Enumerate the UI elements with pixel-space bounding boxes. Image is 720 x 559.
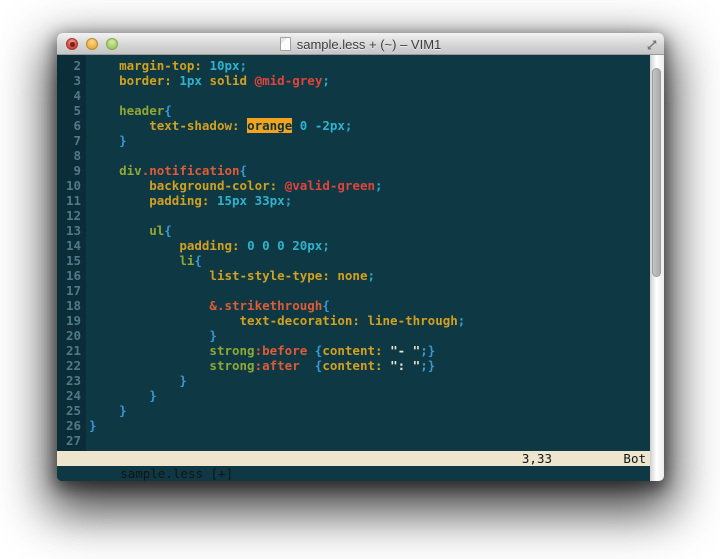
scrollbar-track[interactable] — [650, 55, 664, 481]
line-number: 12 — [57, 208, 86, 223]
line-number: 21 — [57, 343, 86, 358]
vim-window: sample.less + (~) – VIM1 2 margin-top: 1… — [57, 33, 664, 481]
document-icon — [280, 37, 291, 51]
line-number: 16 — [57, 268, 86, 283]
code-line[interactable]: 26} — [57, 418, 650, 433]
title-bar[interactable]: sample.less + (~) – VIM1 — [57, 33, 664, 55]
code-text: list-style-type: none; — [86, 268, 375, 283]
scrollbar-thumb[interactable] — [652, 68, 661, 277]
code-line[interactable]: 18 &.strikethrough{ — [57, 298, 650, 313]
code-line[interactable]: 17 — [57, 283, 650, 298]
vim-statusline: sample.less [+] 3,33 Bot — [57, 451, 650, 466]
line-number: 23 — [57, 373, 86, 388]
code-text: strong:after {content: ": ";} — [86, 358, 435, 373]
line-number: 6 — [57, 118, 86, 133]
code-line[interactable]: 3 border: 1px solid @mid-grey; — [57, 73, 650, 88]
line-number: 3 — [57, 73, 86, 88]
line-number: 9 — [57, 163, 86, 178]
code-line[interactable]: 4 — [57, 88, 650, 103]
code-line[interactable]: 15 li{ — [57, 253, 650, 268]
line-number: 26 — [57, 418, 86, 433]
line-number: 13 — [57, 223, 86, 238]
line-number: 8 — [57, 148, 86, 163]
statusline-cursor-position: 3,33 — [522, 451, 552, 466]
code-line[interactable]: 23 } — [57, 373, 650, 388]
code-area[interactable]: 2 margin-top: 10px;3 border: 1px solid @… — [57, 55, 650, 451]
title-group: sample.less + (~) – VIM1 — [57, 33, 664, 55]
line-number: 2 — [57, 58, 86, 73]
statusline-scroll-indicator: Bot — [623, 451, 646, 466]
code-text: padding: 15px 33px; — [86, 193, 292, 208]
code-text: div.notification{ — [86, 163, 247, 178]
line-number: 17 — [57, 283, 86, 298]
code-line[interactable]: 27 — [57, 433, 650, 448]
line-number: 25 — [57, 403, 86, 418]
line-number: 14 — [57, 238, 86, 253]
code-text: } — [86, 403, 127, 418]
code-text: border: 1px solid @mid-grey; — [86, 73, 330, 88]
code-text: ul{ — [86, 223, 172, 238]
code-text: li{ — [86, 253, 202, 268]
line-number: 27 — [57, 433, 86, 448]
line-number: 20 — [57, 328, 86, 343]
code-text: header{ — [86, 103, 172, 118]
line-number: 5 — [57, 103, 86, 118]
code-text: text-shadow: orange 0 -2px; — [86, 118, 352, 133]
code-text: } — [86, 388, 157, 403]
code-text — [86, 433, 89, 448]
code-line[interactable]: 7 } — [57, 133, 650, 148]
code-line[interactable]: 21 strong:before {content: "- ";} — [57, 343, 650, 358]
line-number: 22 — [57, 358, 86, 373]
code-text: padding: 0 0 0 20px; — [86, 238, 330, 253]
code-text — [86, 283, 89, 298]
code-line[interactable]: 10 background-color: @valid-green; — [57, 178, 650, 193]
code-line[interactable]: 12 — [57, 208, 650, 223]
code-line[interactable]: 13 ul{ — [57, 223, 650, 238]
code-line[interactable]: 24 } — [57, 388, 650, 403]
code-text: } — [86, 133, 127, 148]
code-line[interactable]: 25 } — [57, 403, 650, 418]
window-title: sample.less + (~) – VIM1 — [297, 37, 442, 52]
line-number: 7 — [57, 133, 86, 148]
code-text: strong:before {content: "- ";} — [86, 343, 435, 358]
code-lines: 2 margin-top: 10px;3 border: 1px solid @… — [57, 58, 650, 448]
code-line[interactable]: 9 div.notification{ — [57, 163, 650, 178]
line-number: 19 — [57, 313, 86, 328]
window-body: 2 margin-top: 10px;3 border: 1px solid @… — [57, 55, 664, 481]
statusline-filename: sample.less [+] — [120, 466, 233, 481]
code-line[interactable]: 6 text-shadow: orange 0 -2px; — [57, 118, 650, 133]
editor-pane: 2 margin-top: 10px;3 border: 1px solid @… — [57, 55, 650, 481]
code-line[interactable]: 8 — [57, 148, 650, 163]
code-text: } — [86, 373, 187, 388]
line-number: 4 — [57, 88, 86, 103]
code-line[interactable]: 11 padding: 15px 33px; — [57, 193, 650, 208]
line-number: 10 — [57, 178, 86, 193]
code-text: text-decoration: line-through; — [86, 313, 465, 328]
code-text — [86, 208, 89, 223]
code-text: margin-top: 10px; — [86, 58, 247, 73]
code-text: &.strikethrough{ — [86, 298, 330, 313]
code-text: } — [86, 418, 97, 433]
line-number: 18 — [57, 298, 86, 313]
code-line[interactable]: 22 strong:after {content: ": ";} — [57, 358, 650, 373]
code-line[interactable]: 5 header{ — [57, 103, 650, 118]
code-text: } — [86, 328, 217, 343]
code-text: background-color: @valid-green; — [86, 178, 383, 193]
line-number: 24 — [57, 388, 86, 403]
line-number: 11 — [57, 193, 86, 208]
code-text — [86, 148, 89, 163]
fullscreen-icon[interactable] — [646, 38, 658, 50]
code-line[interactable]: 19 text-decoration: line-through; — [57, 313, 650, 328]
line-number: 15 — [57, 253, 86, 268]
code-line[interactable]: 2 margin-top: 10px; — [57, 58, 650, 73]
code-line[interactable]: 14 padding: 0 0 0 20px; — [57, 238, 650, 253]
code-line[interactable]: 20 } — [57, 328, 650, 343]
code-text — [86, 88, 89, 103]
code-line[interactable]: 16 list-style-type: none; — [57, 268, 650, 283]
